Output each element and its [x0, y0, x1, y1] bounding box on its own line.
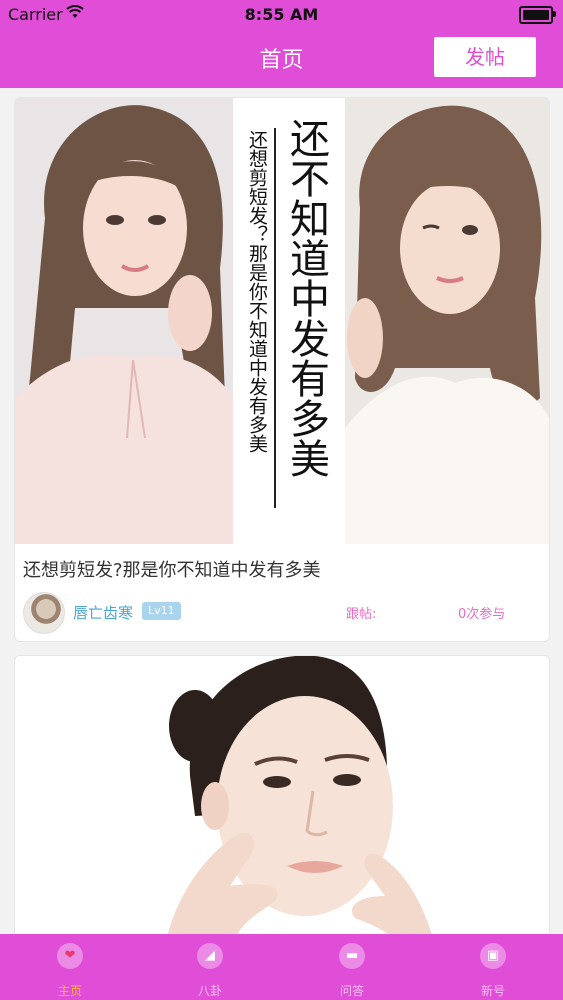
post-button[interactable]: 发帖: [434, 37, 536, 77]
tab-qa[interactable]: ▬ 问答: [282, 934, 422, 1000]
reply-label: 跟帖:: [346, 607, 377, 622]
tab-home-label: 主页: [57, 984, 82, 998]
image-caption-main: 还不知道中发有多美: [283, 118, 329, 478]
tab-new-label: 新号: [480, 984, 505, 998]
tab-gossip-label: 八卦: [197, 984, 222, 998]
chat-icon-glyph: ▬: [345, 948, 359, 963]
badge-icon-glyph: ▣: [486, 948, 500, 963]
heart-icon-glyph: ❤: [64, 948, 76, 963]
post-meta-row: 唇亡齿寒 Lv11 跟帖: 0次参与: [15, 590, 549, 634]
post-image[interactable]: [15, 656, 549, 934]
post-image[interactable]: 还想剪短发？那是你不知道中发有多美 还不知道中发有多美: [15, 98, 549, 544]
post-title[interactable]: 还想剪短发?那是你不知道中发有多美: [23, 556, 321, 582]
level-badge: Lv11: [142, 602, 181, 620]
post-feed[interactable]: 还想剪短发？那是你不知道中发有多美 还不知道中发有多美 还想剪短发?那是你不知道…: [0, 88, 563, 934]
avatar[interactable]: [23, 592, 65, 634]
navigation-bar: Carrier 8:55 AM 首页 发帖: [0, 0, 563, 88]
shoe-icon-glyph: ◢: [205, 948, 215, 963]
image-caption-side: 还想剪短发？那是你不知道中发有多美: [246, 130, 268, 453]
post-card[interactable]: 还想剪短发？那是你不知道中发有多美 还不知道中发有多美 还想剪短发?那是你不知道…: [14, 97, 550, 642]
participation-count: 0次参与: [458, 607, 506, 622]
tab-bar: ❤ 主页 ◢ 八卦 ▬ 问答 ▣ 新号: [0, 934, 563, 1000]
tab-home[interactable]: ❤ 主页: [0, 934, 140, 1000]
tab-gossip[interactable]: ◢ 八卦: [140, 934, 280, 1000]
post-card[interactable]: [14, 655, 550, 934]
author-name[interactable]: 唇亡齿寒: [73, 602, 133, 623]
tab-new[interactable]: ▣ 新号: [423, 934, 563, 1000]
clock: 8:55 AM: [244, 5, 319, 24]
tab-qa-label: 问答: [339, 984, 364, 998]
status-bar: Carrier 8:55 AM: [0, 0, 563, 28]
battery-icon: [519, 6, 556, 24]
